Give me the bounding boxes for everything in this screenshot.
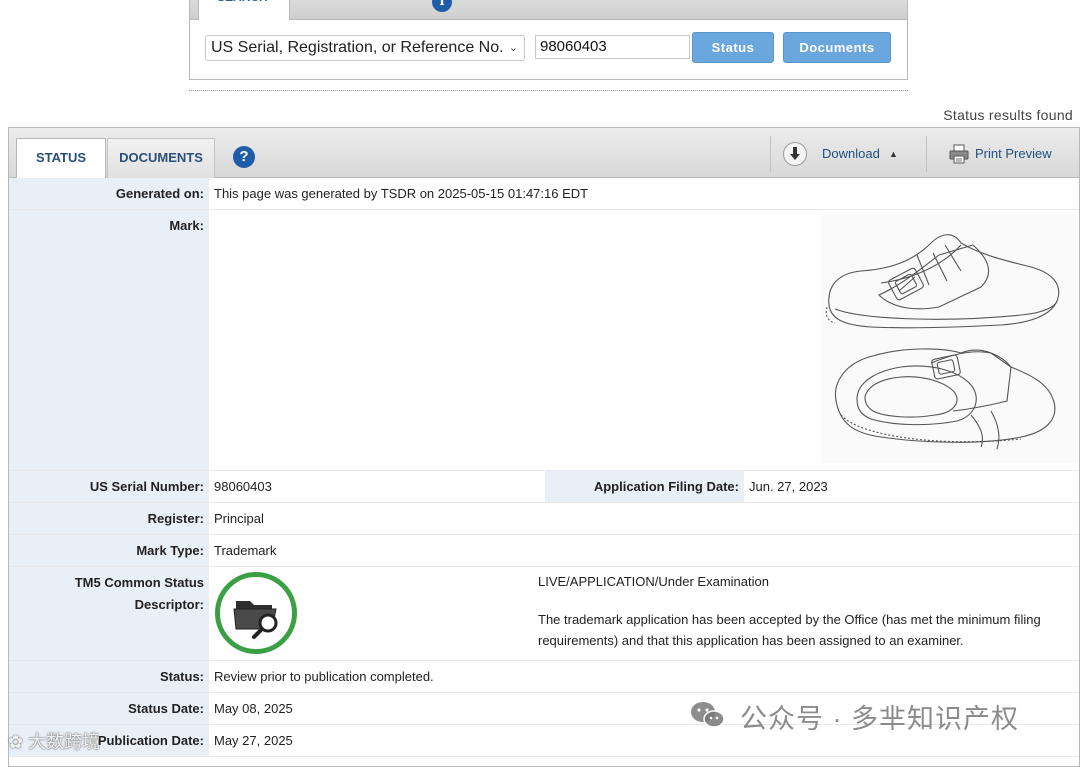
tab-status[interactable]: STATUS — [16, 138, 106, 179]
print-preview-label: Print Preview — [975, 146, 1052, 161]
search-type-select[interactable]: US Serial, Registration, or Reference No… — [205, 35, 525, 61]
row-register: Register: Principal — [9, 503, 1079, 535]
label-tm5: TM5 Common Status Descriptor: — [9, 567, 209, 660]
label-mark: Mark: — [9, 210, 209, 470]
watermark-logo-icon: ✿ — [8, 732, 24, 752]
value-status-date: May 08, 2025 — [214, 701, 293, 716]
download-icon — [783, 142, 807, 166]
search-type-value: US Serial, Registration, or Reference No… — [211, 39, 504, 56]
toolbar-divider — [926, 136, 927, 172]
watermark-right: 公众号 · 多芈知识产权 — [740, 704, 1019, 734]
search-panel: SEARCH MULTI-SEARCH i US Serial, Registr… — [189, 0, 908, 80]
label-status-date: Status Date: — [9, 693, 209, 724]
row-mark: Mark: — [9, 210, 1079, 471]
label-serial-number: US Serial Number: — [9, 471, 209, 502]
status-button[interactable]: Status — [692, 32, 774, 63]
folder-search-icon — [215, 572, 297, 654]
mark-drawing — [825, 234, 1060, 450]
watermark-left-text: 大数跨境 — [28, 732, 101, 752]
tab-search[interactable]: SEARCH — [198, 0, 290, 21]
tm5-status-title: LIVE/APPLICATION/Under Examination — [538, 574, 769, 589]
value-generated-on: This page was generated by TSDR on 2025-… — [214, 186, 589, 201]
label-tm5-line2: Descriptor: — [134, 597, 204, 612]
row-serial: US Serial Number: 98060403 Application F… — [9, 471, 1079, 503]
results-found-text: Status results found — [943, 107, 1073, 123]
value-publication-date: May 27, 2025 — [214, 733, 293, 748]
chevron-down-icon: ⌄ — [508, 42, 518, 54]
row-mark-type: Mark Type: Trademark — [9, 535, 1079, 567]
watermark-left: ✿ 大数跨境 — [8, 728, 100, 754]
mark-image — [821, 215, 1077, 463]
wechat-icon — [691, 702, 725, 728]
label-register: Register: — [9, 503, 209, 534]
label-mark-type: Mark Type: — [9, 535, 209, 566]
help-icon[interactable]: ? — [233, 146, 255, 168]
divider — [189, 90, 908, 91]
documents-button[interactable]: Documents — [783, 32, 891, 63]
label-tm5-line1: TM5 Common Status — [74, 575, 204, 590]
row-generated-on: Generated on: This page was generated by… — [9, 178, 1079, 210]
status-tabbar: STATUS DOCUMENTS ? Download ▲ Print Prev… — [9, 128, 1079, 179]
label-filing-date: Application Filing Date: — [545, 471, 744, 502]
printer-icon — [949, 144, 969, 164]
value-mark-type: Trademark — [214, 543, 277, 558]
value-status: Review prior to publication completed. — [214, 669, 434, 684]
search-tabbar: SEARCH MULTI-SEARCH i — [190, 0, 907, 21]
value-serial-number: 98060403 — [214, 479, 272, 494]
row-status: Status: Review prior to publication comp… — [9, 661, 1079, 693]
download-label: Download — [822, 146, 880, 161]
label-status: Status: — [9, 661, 209, 692]
row-tm5: TM5 Common Status Descriptor: LIVE/APPLI… — [9, 567, 1079, 661]
label-generated-on: Generated on: — [9, 178, 209, 209]
value-filing-date: Jun. 27, 2023 — [749, 479, 828, 494]
toolbar-divider — [770, 136, 771, 172]
search-input[interactable]: 98060403 — [535, 35, 690, 59]
status-panel: STATUS DOCUMENTS ? Download ▲ Print Prev… — [8, 127, 1080, 767]
tm5-status-description: The trademark application has been accep… — [538, 612, 1041, 648]
info-icon[interactable]: i — [432, 0, 452, 12]
caret-up-icon: ▲ — [889, 149, 898, 159]
value-register: Principal — [214, 511, 264, 526]
tab-documents[interactable]: DOCUMENTS — [107, 138, 215, 178]
tab-multi-search[interactable]: MULTI-SEARCH — [290, 0, 420, 20]
